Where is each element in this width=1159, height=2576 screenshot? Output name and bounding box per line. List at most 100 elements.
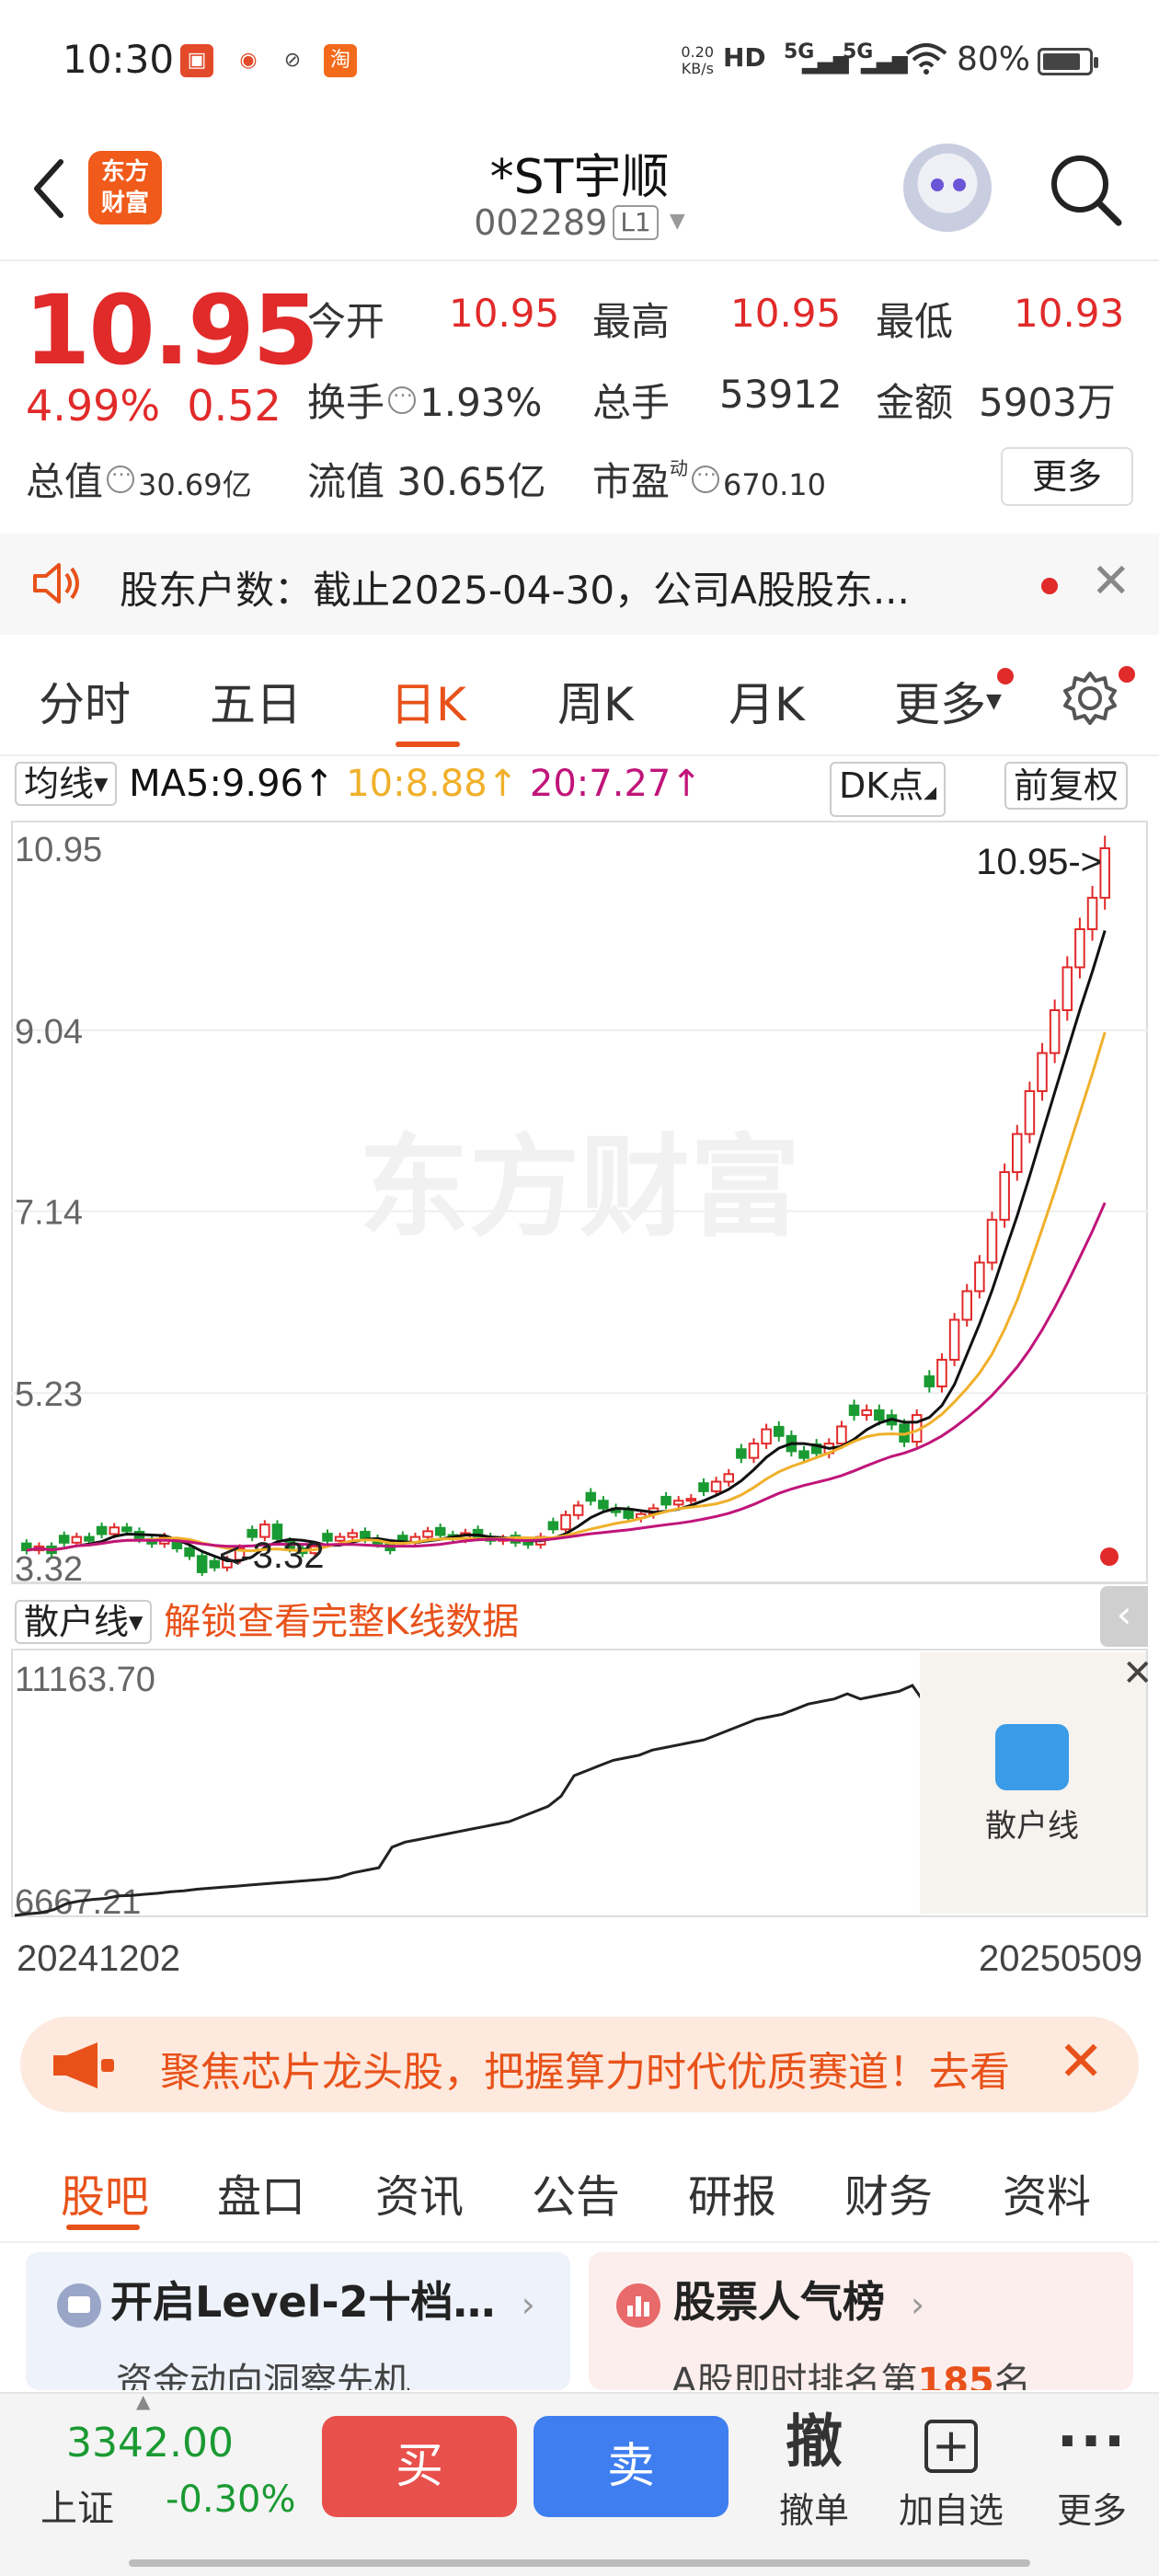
quote-more-button[interactable]: 更多 (1001, 447, 1133, 506)
candle-body (861, 1409, 872, 1417)
app-notification-icon: ▣ (180, 44, 213, 77)
open-label: 今开 (307, 299, 385, 344)
tab-weekly-k[interactable]: 周K (557, 668, 634, 734)
index-name: 上证 (40, 2488, 114, 2530)
adjust-select[interactable]: 前复权 (1004, 762, 1129, 810)
tab-intraday[interactable]: 分时 (39, 668, 131, 734)
net-speed: 0.20 KB/s (681, 43, 714, 77)
info-eye-icon[interactable] (692, 458, 720, 493)
unlock-link[interactable]: 解锁查看完整K线数据 (164, 1601, 519, 1643)
settings-gear-icon[interactable] (1060, 668, 1120, 729)
wifi-icon (905, 43, 947, 75)
y-tick-label: 5.23 (15, 1375, 83, 1414)
low-value: 10.93 (1014, 291, 1125, 336)
tab-profile[interactable]: 资料 (1003, 2160, 1091, 2225)
more-unread-dot (997, 668, 1014, 684)
candle-body (698, 1482, 709, 1492)
volume-label: 总手 (592, 380, 671, 425)
info-eye-icon[interactable] (107, 458, 135, 493)
sell-button[interactable]: 卖 (534, 2416, 729, 2517)
level2-icon (57, 2283, 101, 2328)
change-percent: 4.99% (26, 381, 161, 431)
kline-chart[interactable]: 10.95 9.04 7.14 5.23 3.32 东方财富 10.95-> <-3.32 (11, 821, 1148, 1584)
chart-collapse-handle[interactable]: ‹ (1100, 1586, 1148, 1647)
close-icon[interactable]: ✕ (1122, 1652, 1148, 1695)
y-tick-label: 10.95 (15, 831, 102, 869)
bottom-more-button[interactable]: ··· 更多 (1041, 2405, 1142, 2533)
level-badge: L1 (613, 205, 659, 240)
chevron-down-icon: ▼ (129, 1611, 143, 1633)
candle-body (196, 1555, 208, 1573)
close-icon[interactable]: ✕ (1091, 554, 1131, 609)
pe-value: 670.10 (723, 467, 826, 502)
speaker-icon (33, 563, 79, 604)
notice-bar[interactable]: 股东户数：截止2025-04-30，公司A股股东... ✕ (0, 534, 1159, 635)
stock-code: 002289 (474, 202, 608, 243)
candle-body (836, 1425, 847, 1445)
tab-guba[interactable]: 股吧 (61, 2160, 149, 2225)
candle-body (874, 1409, 885, 1421)
index-value[interactable]: 3342.00 (66, 2420, 234, 2467)
buy-button[interactable]: 买 (322, 2416, 517, 2517)
lock-card-label: 散户线 (985, 1808, 1079, 1845)
sub-indicator-select[interactable]: 散户线▼ (15, 1600, 153, 1644)
tab-announcements[interactable]: 公告 (532, 2160, 620, 2225)
candle-body (121, 1526, 132, 1533)
tab-order-book[interactable]: 盘口 (217, 2160, 305, 2225)
float-label: 流值 30.65亿 (307, 459, 546, 504)
candle-body (71, 1535, 83, 1544)
tab-news[interactable]: 资讯 (375, 2160, 464, 2225)
candle-body (322, 1533, 333, 1542)
add-watchlist-button[interactable]: + 加自选 (883, 2405, 1019, 2533)
candle-body (84, 1535, 95, 1542)
notice-unread-dot (1041, 578, 1058, 594)
settings-unread-dot (1119, 666, 1135, 683)
candle-body (1061, 966, 1073, 1012)
y-tick-label: 11163.70 (15, 1661, 155, 1699)
chart-lock-icon (995, 1724, 1069, 1790)
candle-body (936, 1359, 947, 1387)
candle-body (685, 1498, 697, 1502)
index-expand-icon[interactable]: ▲ (136, 2390, 150, 2412)
back-arrow-icon[interactable] (26, 156, 72, 221)
low-price-marker: <-3.32 (219, 1535, 325, 1576)
retail-line-chart: 11163.706667.2120241202 20250509散户线✕ (11, 1649, 1148, 1979)
tab-monthly-k[interactable]: 月K (729, 668, 805, 734)
chevron-right-icon: › (521, 2284, 535, 2325)
dk-point-toggle[interactable]: DK点◢ (830, 762, 947, 817)
tab-daily-k[interactable]: 日K (390, 668, 466, 734)
candle-body (334, 1535, 346, 1542)
battery-percent: 80% (957, 40, 1031, 78)
megaphone-icon (53, 2042, 114, 2088)
indicator-select[interactable]: 均线▼ (15, 762, 118, 806)
tab-more[interactable]: 更多▼ (894, 668, 1002, 734)
candle-body (1086, 896, 1098, 931)
popularity-card[interactable]: 股票人气榜 › A股即时排名第185名 (589, 2252, 1133, 2390)
info-eye-icon[interactable] (388, 379, 417, 414)
stock-code-selector[interactable]: 002289 L1 ▼ (442, 202, 717, 243)
add-watchlist-label: 加自选 (898, 2490, 1004, 2531)
candle-body (572, 1504, 584, 1516)
candle-body (723, 1473, 734, 1483)
chevron-right-icon: › (911, 2284, 925, 2325)
cancel-order-button[interactable]: 撤 撤单 (763, 2405, 865, 2533)
close-icon[interactable]: ✕ (1058, 2030, 1104, 2094)
search-icon[interactable] (1047, 151, 1124, 228)
y-tick-label: 3.32 (15, 1550, 83, 1584)
level2-card[interactable]: 开启Level-2十档… › 资金动向洞察先机 (26, 2252, 570, 2390)
assistant-robot-icon[interactable] (903, 144, 992, 232)
ma10-line (26, 1031, 1107, 1553)
promo-banner[interactable]: 聚焦芯片龙头股，把握算力时代优质赛道！去看 ✕ (20, 2017, 1139, 2112)
ma20-value: 20:7.27↑ (529, 763, 702, 805)
candle-body (748, 1443, 760, 1459)
tab-finance[interactable]: 财务 (844, 2160, 933, 2225)
candle-body (560, 1513, 571, 1531)
x-end-label: 20250509 (979, 1938, 1142, 1979)
candle-body (948, 1318, 960, 1362)
tab-five-day[interactable]: 五日 (210, 668, 302, 734)
candle-body (547, 1521, 559, 1531)
tab-research[interactable]: 研报 (688, 2160, 776, 2225)
retail-line-lock-card[interactable]: 散户线 (920, 1652, 1146, 1914)
latest-price-dot (1100, 1547, 1119, 1566)
status-time: 10:30 (63, 37, 175, 82)
